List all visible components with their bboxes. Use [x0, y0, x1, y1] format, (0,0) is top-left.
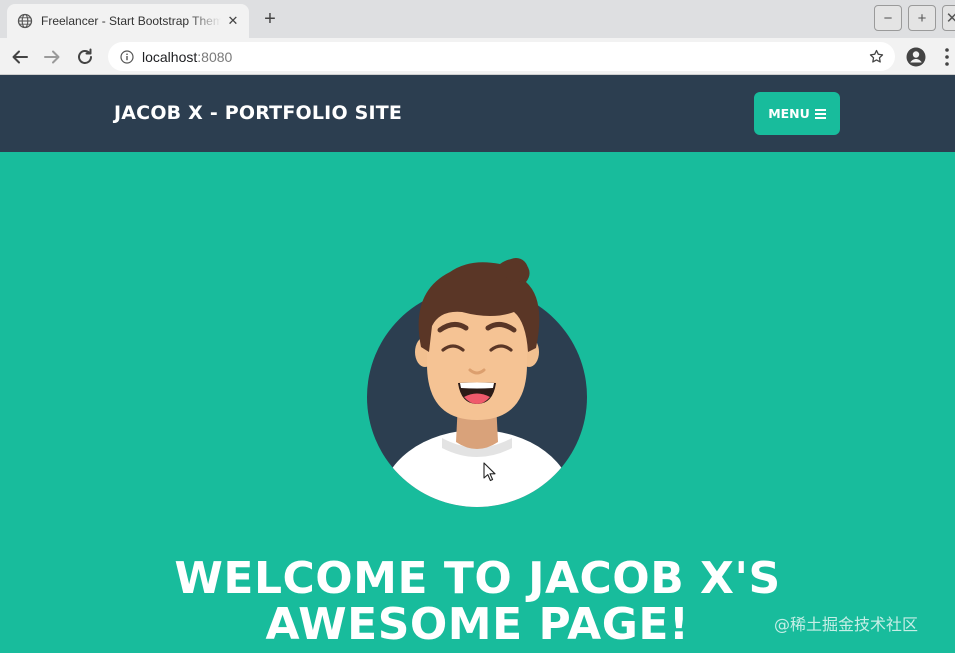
reload-icon[interactable] — [74, 46, 96, 68]
browser-tab[interactable]: Freelancer - Start Bootstrap Theme ✕ — [7, 4, 249, 38]
tab-title: Freelancer - Start Bootstrap Theme — [41, 14, 221, 28]
url-port: :8080 — [197, 48, 233, 65]
site-navbar: JACOB X - PORTFOLIO SITE MENU — [0, 75, 955, 152]
site-brand-link[interactable]: JACOB X - PORTFOLIO SITE — [114, 102, 402, 124]
tab-strip: Freelancer - Start Bootstrap Theme ✕ + −… — [0, 0, 955, 38]
tab-close-icon[interactable]: ✕ — [225, 13, 241, 29]
mouse-cursor-icon — [483, 462, 496, 482]
minimize-button[interactable]: − — [874, 5, 902, 31]
hamburger-icon — [814, 108, 826, 119]
masthead: WELCOME TO JACOB X'S AWESOME PAGE! @稀土掘金… — [0, 152, 955, 653]
menu-button[interactable]: MENU — [754, 92, 840, 135]
globe-icon — [17, 13, 33, 29]
heading-line-1: WELCOME TO JACOB X'S — [174, 553, 781, 604]
menu-label: MENU — [768, 106, 810, 121]
new-tab-button[interactable]: + — [260, 9, 280, 30]
maximize-button[interactable]: + — [908, 5, 936, 31]
address-bar[interactable]: localhost:8080 — [108, 42, 895, 71]
info-icon[interactable] — [120, 49, 134, 64]
close-window-button[interactable]: ✕ — [942, 5, 955, 31]
browser-toolbar: localhost:8080 — [0, 38, 955, 75]
watermark: @稀土掘金技术社区 — [774, 615, 919, 634]
avatar-icon — [367, 258, 587, 507]
forward-icon[interactable] — [41, 46, 63, 68]
star-icon[interactable] — [868, 48, 885, 65]
url-host: localhost — [142, 48, 198, 65]
back-icon[interactable] — [9, 46, 31, 68]
account-icon[interactable] — [906, 47, 926, 67]
more-icon[interactable] — [944, 47, 950, 67]
